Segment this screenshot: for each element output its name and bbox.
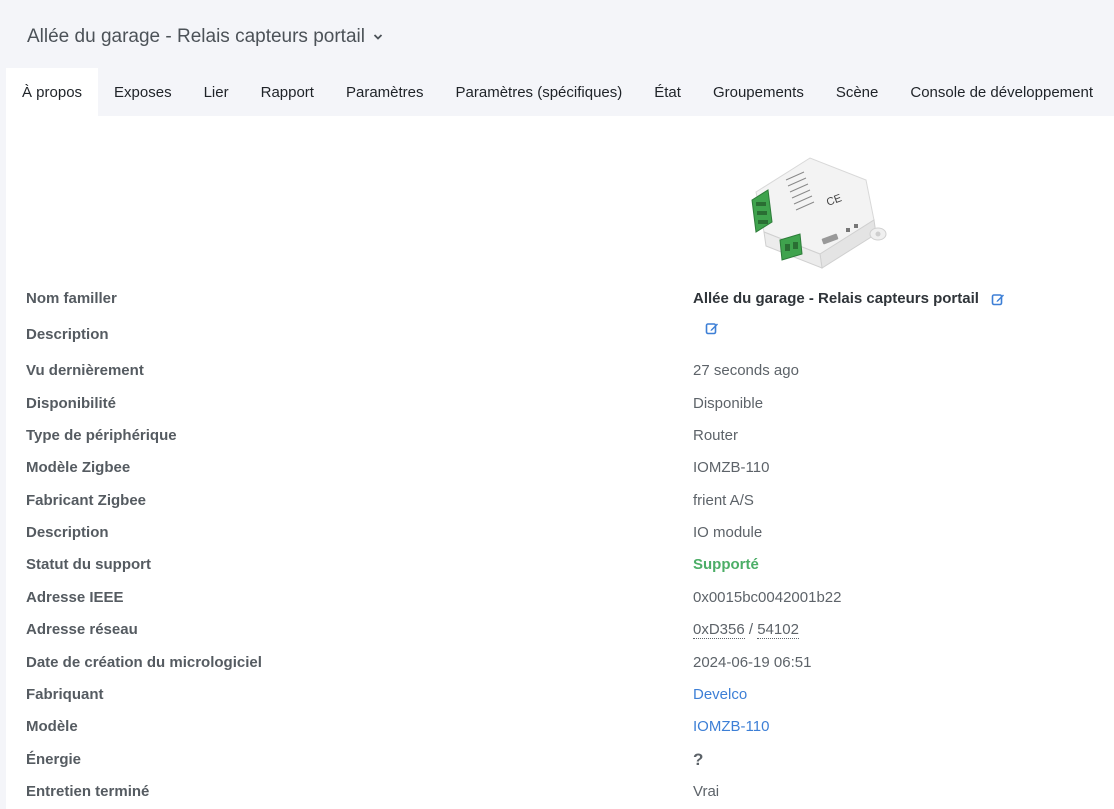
- tab-bind[interactable]: Lier: [188, 68, 245, 116]
- friendly-name-value: Allée du garage - Relais capteurs portai…: [693, 285, 1005, 313]
- tab-label: Rapport: [260, 83, 314, 101]
- firmware-date-label: Date de création du micrologiciel: [26, 654, 262, 671]
- tab-dev-console[interactable]: Console de développement: [894, 68, 1109, 116]
- detail-row-model: Modèle IOMZB-110: [0, 713, 1114, 741]
- tab-scene[interactable]: Scène: [820, 68, 895, 116]
- edit-icon[interactable]: [705, 321, 719, 335]
- tab-label: Exposes: [114, 83, 172, 101]
- detail-row-zigbee-model: Modèle Zigbee IOMZB-110: [0, 454, 1114, 482]
- device-image: CE: [738, 150, 890, 270]
- description-label: Description: [26, 524, 109, 541]
- network-address-hex: 0xD356: [693, 620, 745, 639]
- device-type-label: Type de périphérique: [26, 427, 177, 444]
- tab-label: Scène: [835, 83, 879, 101]
- detail-row-power: Énergie ?: [0, 746, 1114, 774]
- tab-settings[interactable]: Paramètres: [330, 68, 440, 116]
- power-unknown-value: ?: [693, 750, 704, 769]
- zigbee-manufacturer-label: Fabricant Zigbee: [26, 492, 147, 509]
- network-address-separator: /: [744, 621, 758, 638]
- manufacturer-label: Fabriquant: [26, 686, 104, 703]
- availability-label: Disponibilité: [26, 395, 116, 412]
- tab-reporting[interactable]: Rapport: [245, 68, 330, 116]
- ieee-address-value: 0x0015bc0042001b22: [693, 589, 842, 606]
- friendly-name-text: Allée du garage - Relais capteurs portai…: [693, 290, 979, 307]
- detail-row-firmware-date: Date de création du micrologiciel 2024-0…: [0, 649, 1114, 677]
- tab-about[interactable]: À propos: [6, 68, 99, 116]
- tab-exposes[interactable]: Exposes: [98, 68, 188, 116]
- description-value: IO module: [693, 524, 763, 541]
- tab-state[interactable]: État: [638, 68, 697, 116]
- detail-row-interview-completed: Entretien terminé Vrai: [0, 778, 1114, 806]
- availability-value: Disponible: [693, 395, 764, 412]
- description-label: Description: [26, 326, 109, 343]
- tab-bar: À propos Exposes Lier Rapport Paramètres…: [6, 68, 1109, 116]
- network-address-label: Adresse réseau: [26, 621, 138, 638]
- last-seen-label: Vu dernièrement: [26, 362, 144, 379]
- device-type-value: Router: [693, 427, 739, 444]
- zigbee-model-value: IOMZB-110: [693, 459, 770, 476]
- ieee-address-label: Adresse IEEE: [26, 589, 124, 606]
- friendly-name-label: Nom familler: [26, 290, 117, 307]
- detail-row-network-address: Adresse réseau 0xD356 / 54102: [0, 616, 1114, 644]
- support-status-value: Supporté: [693, 556, 759, 573]
- tab-settings-specific[interactable]: Paramètres (spécifiques): [440, 68, 639, 116]
- zigbee-model-label: Modèle Zigbee: [26, 459, 131, 476]
- network-address-dec: 54102: [757, 620, 799, 639]
- tab-label: Console de développement: [910, 83, 1094, 101]
- device-title[interactable]: Allée du garage - Relais capteurs portai…: [27, 26, 383, 48]
- detail-row-ieee-address: Adresse IEEE 0x0015bc0042001b22: [0, 584, 1114, 612]
- tab-label: Paramètres: [345, 83, 424, 101]
- detail-row-last-seen: Vu dernièrement 27 seconds ago: [0, 357, 1114, 385]
- manufacturer-link[interactable]: Develco: [693, 681, 747, 709]
- edit-icon[interactable]: [991, 292, 1005, 306]
- detail-row-zigbee-manufacturer: Fabricant Zigbee frient A/S: [0, 487, 1114, 515]
- device-title-text: Allée du garage - Relais capteurs portai…: [27, 26, 365, 47]
- last-seen-value: 27 seconds ago: [693, 362, 799, 379]
- detail-row-support-status: Statut du support Supporté: [0, 551, 1114, 579]
- detail-row-device-type: Type de périphérique Router: [0, 422, 1114, 450]
- network-address-value: 0xD356 / 54102: [693, 616, 799, 644]
- description-edit-value: [705, 321, 719, 335]
- detail-row-friendly-name: Nom familler Allée du garage - Relais ca…: [0, 285, 1114, 313]
- zigbee-manufacturer-value: frient A/S: [693, 492, 754, 509]
- tab-label: À propos: [22, 83, 83, 101]
- firmware-date-value: 2024-06-19 06:51: [693, 654, 812, 671]
- power-label: Énergie: [26, 751, 82, 768]
- interview-completed-label: Entretien terminé: [26, 783, 150, 800]
- tab-label: État: [654, 83, 681, 101]
- tab-label: Paramètres (spécifiques): [455, 83, 623, 101]
- detail-row-description-edit: Description: [0, 321, 1114, 349]
- detail-row-manufacturer: Fabriquant Develco: [0, 681, 1114, 709]
- tab-label: Lier: [203, 83, 229, 101]
- support-status-label: Statut du support: [26, 556, 151, 573]
- model-link[interactable]: IOMZB-110: [693, 713, 769, 741]
- tab-label: Groupements: [712, 83, 804, 101]
- detail-row-description: Description IO module: [0, 519, 1114, 547]
- tab-groups[interactable]: Groupements: [697, 68, 820, 116]
- model-label: Modèle: [26, 718, 78, 735]
- interview-completed-value: Vrai: [693, 783, 720, 800]
- chevron-down-icon[interactable]: [373, 33, 383, 41]
- detail-row-availability: Disponibilité Disponible: [0, 390, 1114, 418]
